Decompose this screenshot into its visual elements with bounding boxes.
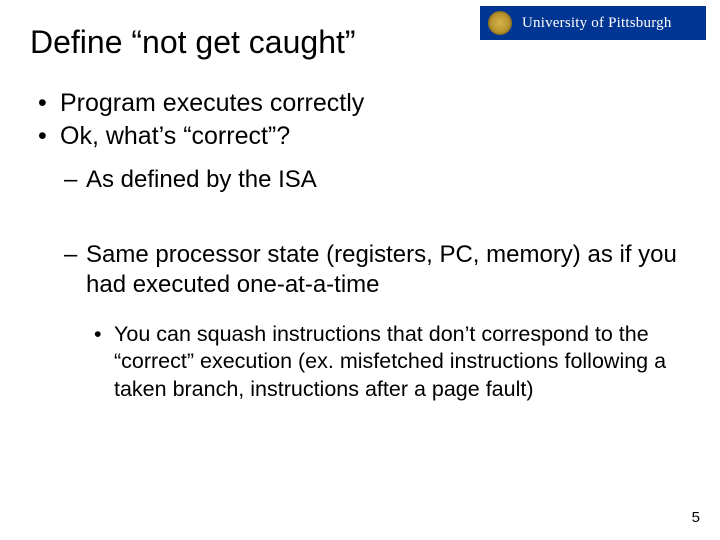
bullet-level2: Same processor state (registers, PC, mem… [34, 240, 690, 299]
seal-icon [488, 11, 512, 35]
bullet-level2: As defined by the ISA [34, 165, 690, 194]
page-number: 5 [692, 509, 700, 526]
university-name: University of Pittsburgh [522, 15, 672, 32]
slide-title: Define “not get caught” [30, 24, 356, 61]
bullet-level1: Ok, what’s “correct”? [34, 121, 690, 152]
bullet-level1: Program executes correctly [34, 88, 690, 119]
university-logo: University of Pittsburgh [480, 6, 706, 40]
slide-body: Program executes correctly Ok, what’s “c… [34, 88, 690, 403]
bullet-level3: You can squash instructions that don’t c… [34, 321, 690, 404]
